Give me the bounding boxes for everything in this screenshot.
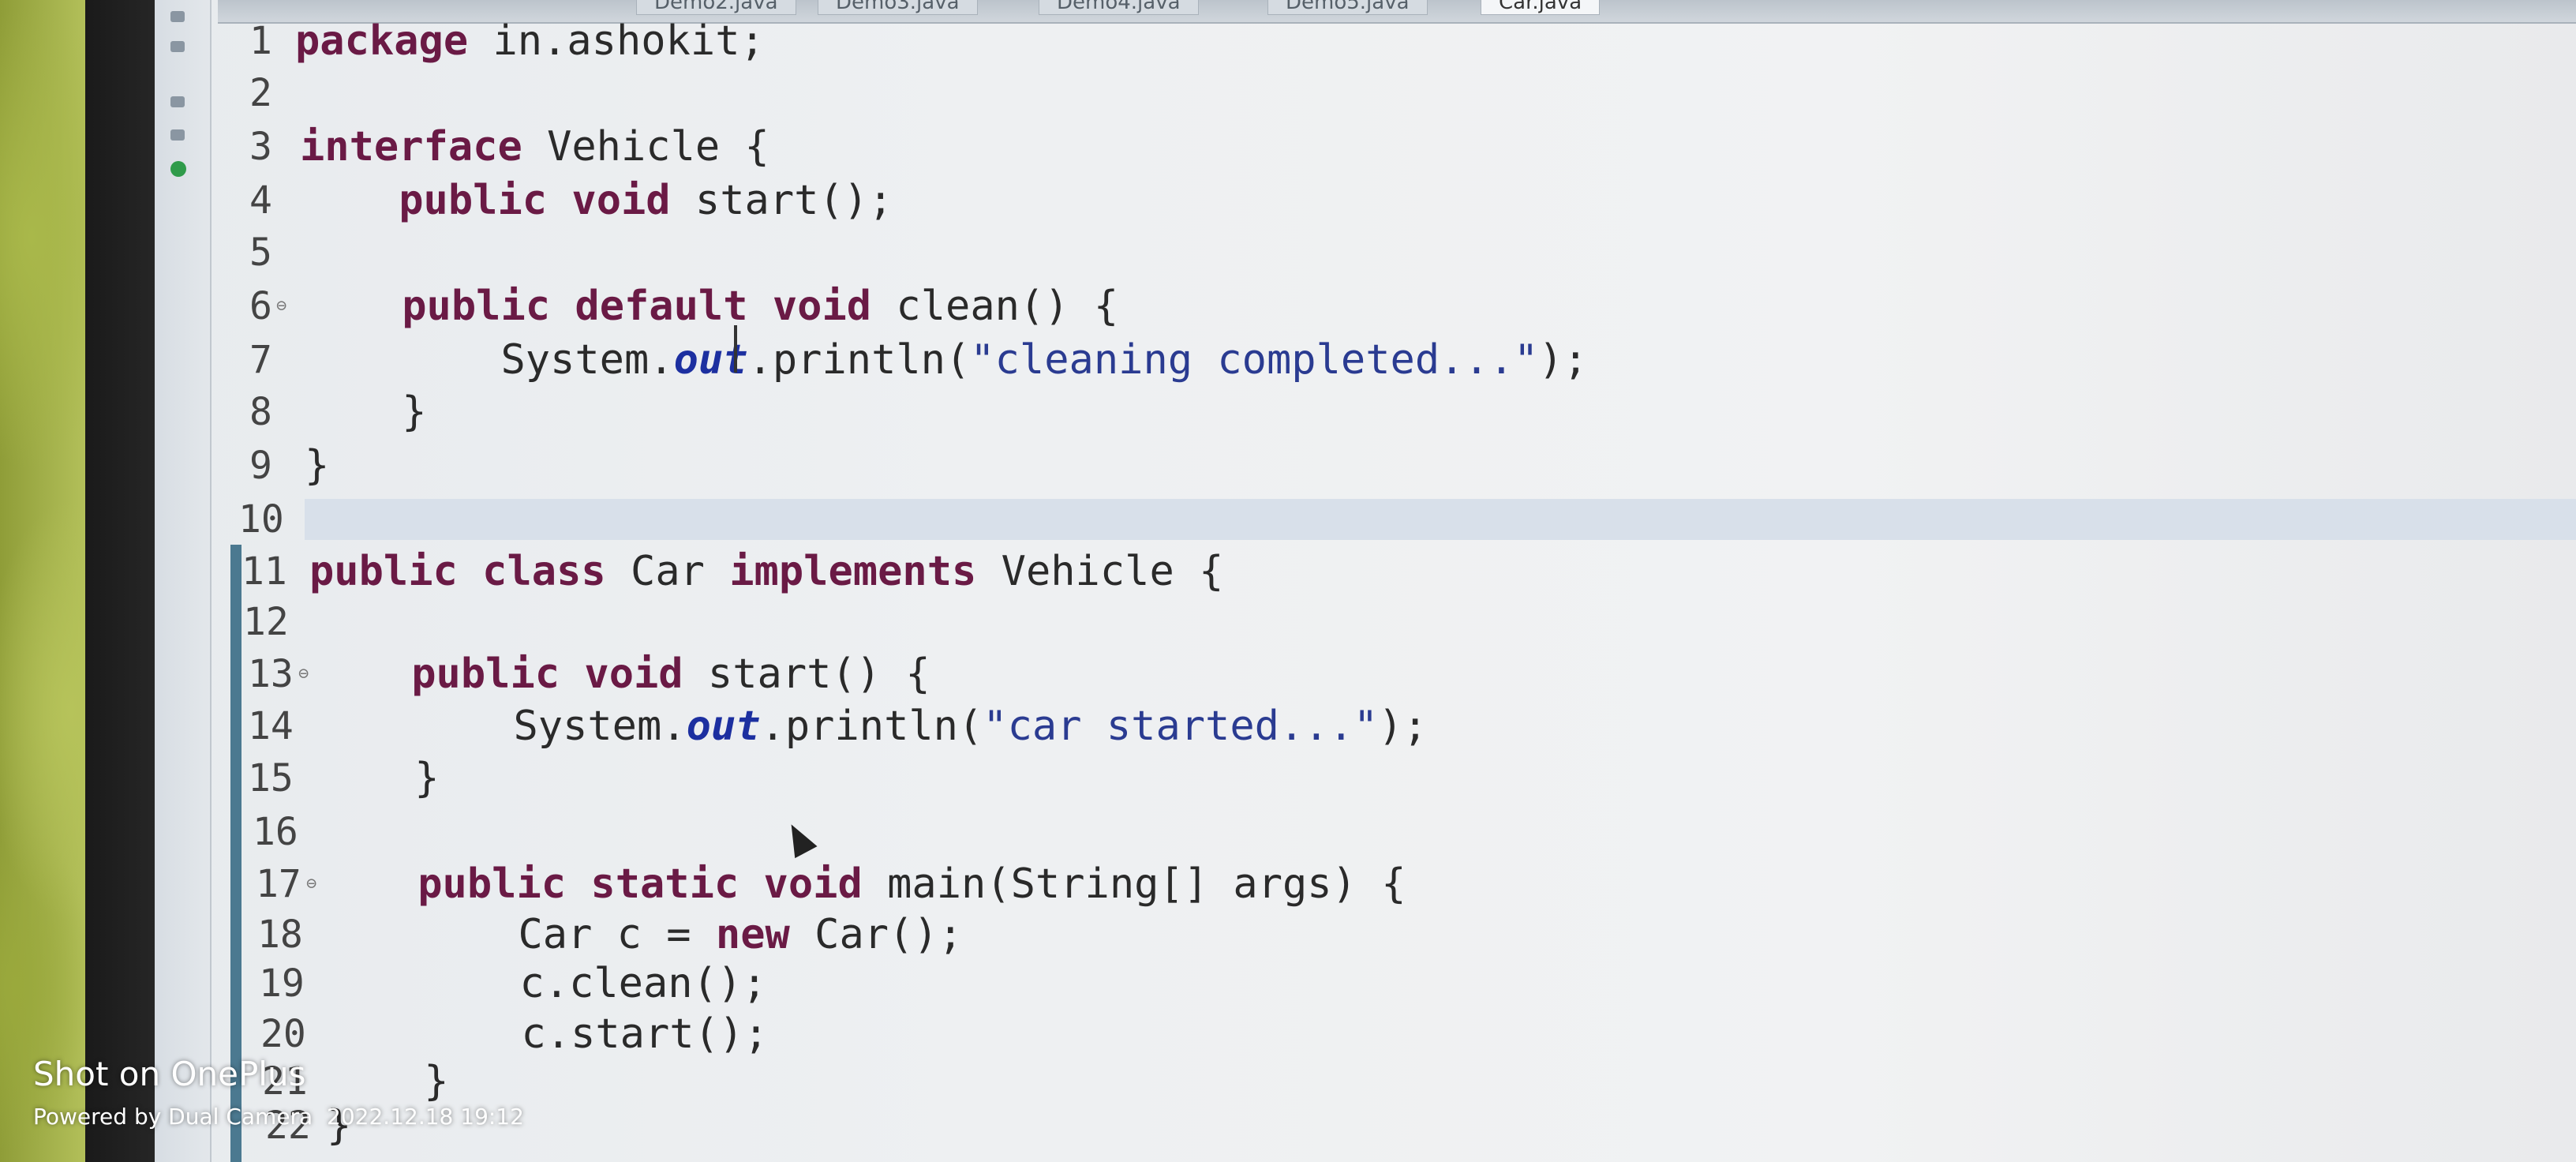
line-number: 16: [253, 810, 298, 854]
tab-demo5[interactable]: Demo5.java: [1267, 0, 1428, 15]
code-line[interactable]: System.out.println("car started...");: [316, 703, 1427, 750]
tab-demo3[interactable]: Demo3.java: [818, 0, 978, 15]
mouse-pointer-icon: [780, 818, 818, 859]
run-status-icon[interactable]: [170, 161, 186, 177]
line-number: 4: [249, 178, 272, 223]
tab-demo4[interactable]: Demo4.java: [1039, 0, 1199, 15]
line-number: 6: [249, 284, 272, 328]
code-line[interactable]: c.start();: [324, 1010, 768, 1058]
camera-watermark-title: Shot on OnePlus: [33, 1055, 306, 1093]
line-number: 5: [249, 231, 272, 275]
vertical-toolbar: [155, 0, 212, 1162]
current-line-highlight: [305, 499, 2576, 540]
line-number: 1: [249, 19, 272, 63]
line-number: 17: [256, 862, 301, 906]
line-number: 3: [249, 125, 272, 169]
fold-toggle-icon[interactable]: ⊖: [306, 860, 316, 908]
line-number: 2: [249, 71, 272, 115]
code-line[interactable]: public void start();: [300, 177, 893, 224]
code-line[interactable]: c.clean();: [322, 960, 766, 1007]
code-line[interactable]: System.out.println("cleaning completed..…: [303, 336, 1588, 384]
line-number: 15: [248, 756, 294, 800]
toolbar-icon-3[interactable]: [170, 96, 185, 107]
line-number: 13: [248, 652, 294, 696]
toolbar-icon-4[interactable]: [170, 129, 185, 141]
code-line[interactable]: public class Car implements Vehicle {: [309, 548, 1223, 595]
tab-demo2[interactable]: Demo2.java: [636, 0, 796, 15]
code-line[interactable]: public static void main(String[] args) {: [319, 860, 1406, 908]
line-number: 12: [243, 600, 289, 644]
ide-window: Demo2.java Demo3.java Demo4.java Demo5.j…: [155, 0, 2576, 1162]
camera-watermark-timestamp: 2022.12.18 19:12: [327, 1104, 524, 1130]
line-number: 9: [249, 444, 272, 488]
code-line[interactable]: }: [303, 388, 426, 436]
tab-car-java[interactable]: Car.java: [1481, 0, 1601, 15]
code-line[interactable]: package in.ashokit;: [295, 17, 765, 65]
fold-toggle-icon[interactable]: ⊖: [276, 283, 286, 330]
toolbar-icon-1[interactable]: [170, 11, 185, 22]
fold-toggle-icon[interactable]: ⊖: [298, 650, 309, 698]
camera-watermark-powered: Powered by Dual Camera: [33, 1104, 313, 1130]
code-line[interactable]: }: [305, 442, 329, 489]
code-line[interactable]: }: [325, 1058, 448, 1105]
line-number: 18: [257, 913, 303, 957]
line-number: 11: [242, 549, 287, 594]
line-number: 7: [249, 338, 272, 382]
code-line[interactable]: }: [316, 755, 439, 802]
line-number: 8: [249, 390, 272, 434]
line-number: 10: [238, 497, 284, 542]
line-number: 20: [260, 1012, 306, 1056]
camera-watermark-subtitle: Powered by Dual Camera 2022.12.18 19:12: [33, 1104, 524, 1130]
text-cursor: [734, 325, 737, 373]
code-line[interactable]: public default void clean() {: [303, 283, 1118, 330]
code-line[interactable]: interface Vehicle {: [300, 123, 769, 171]
line-number: 14: [248, 704, 294, 748]
toolbar-icon-2[interactable]: [170, 41, 185, 52]
code-line[interactable]: public void start() {: [313, 650, 930, 698]
line-number: 19: [259, 961, 305, 1006]
code-line[interactable]: Car c = new Car();: [320, 911, 963, 958]
